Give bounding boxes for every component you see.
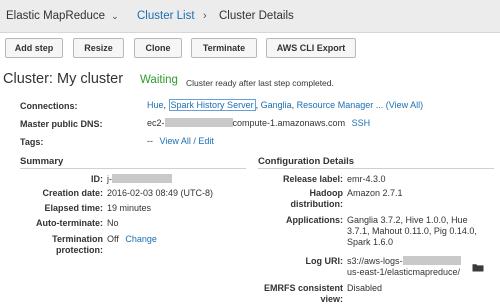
aws-cli-export-button[interactable]: AWS CLI Export bbox=[266, 38, 356, 58]
clone-button[interactable]: Clone bbox=[134, 38, 182, 58]
cluster-status-message: Cluster ready after last step completed. bbox=[186, 78, 334, 88]
termination-protection-state: Off bbox=[107, 234, 119, 244]
hadoop-label-line2: distribution: bbox=[290, 199, 344, 209]
hadoop-distribution-label: Hadoop distribution: bbox=[258, 188, 344, 210]
resource-manager-link[interactable]: Resource Manager bbox=[297, 100, 374, 110]
auto-terminate-label: Auto-terminate: bbox=[36, 218, 103, 228]
chevron-down-icon: ⌄ bbox=[111, 11, 119, 21]
terminate-button[interactable]: Terminate bbox=[191, 38, 257, 58]
emrfs-consistent-view-label: EMRFS consistent view: bbox=[258, 283, 343, 305]
separator: , bbox=[163, 100, 167, 110]
tags-label: Tags: bbox=[20, 137, 44, 147]
folder-icon[interactable] bbox=[472, 263, 484, 272]
configuration-divider bbox=[258, 168, 494, 169]
redacted-block bbox=[112, 174, 172, 183]
termination-label-line2: protection: bbox=[56, 245, 103, 255]
hadoop-label-line1: Hadoop bbox=[309, 188, 344, 198]
hadoop-distribution-value: Amazon 2.7.1 bbox=[347, 188, 403, 198]
applications-value: Ganglia 3.7.2, Hive 1.0.0, Hue 3.7.1, Ma… bbox=[347, 215, 477, 248]
log-uri-prefix: s3://aws-logs- bbox=[347, 256, 403, 266]
view-all-connections-link[interactable]: (View All) bbox=[386, 100, 423, 110]
connections-label: Connections: bbox=[20, 101, 78, 111]
tags-value: -- View All / Edit bbox=[147, 136, 214, 146]
configuration-heading: Configuration Details bbox=[258, 156, 355, 167]
tags-view-edit-link[interactable]: View All / Edit bbox=[160, 136, 214, 146]
cluster-status: Waiting bbox=[140, 74, 178, 86]
termination-protection-value: Off Change bbox=[107, 234, 157, 245]
connections-list: Hue, Spark History Server, Ganglia, Reso… bbox=[147, 99, 423, 111]
master-dns-label: Master public DNS: bbox=[20, 119, 103, 129]
ssh-link[interactable]: SSH bbox=[352, 118, 371, 128]
breadcrumb-bar: Elastic MapReduce ⌄ Cluster List › Cluste… bbox=[0, 0, 500, 33]
breadcrumb-separator: › bbox=[203, 10, 207, 22]
release-label-value: emr-4.3.0 bbox=[347, 174, 386, 184]
hue-link[interactable]: Hue bbox=[147, 100, 164, 110]
change-termination-protection-link[interactable]: Change bbox=[125, 234, 157, 244]
summary-id-label: ID: bbox=[91, 174, 103, 184]
add-step-button[interactable]: Add step bbox=[5, 38, 63, 58]
dns-suffix: compute-1.amazonaws.com bbox=[232, 118, 346, 128]
termination-label-line1: Termination bbox=[52, 234, 103, 244]
summary-id-value: j- bbox=[107, 174, 172, 185]
release-label-label: Release label: bbox=[282, 174, 343, 184]
service-menu[interactable]: Elastic MapReduce ⌄ bbox=[6, 10, 119, 22]
separator: , bbox=[255, 100, 259, 110]
applications-line: 3.7.1, Mahout 0.11.0, Pig 0.14.0, bbox=[347, 226, 477, 236]
more-connections-ellipsis[interactable]: ... bbox=[376, 100, 384, 110]
emrfs-label-line2: view: bbox=[320, 294, 343, 304]
redacted-block bbox=[164, 118, 233, 127]
elapsed-time-label: Elapsed time: bbox=[44, 203, 103, 213]
creation-date-label: Creation date: bbox=[42, 188, 103, 198]
applications-label: Applications: bbox=[285, 215, 343, 225]
log-uri-path: us-east-1/elasticmapreduce/ bbox=[347, 267, 461, 277]
auto-terminate-value: No bbox=[107, 218, 119, 228]
dns-prefix: ec2- bbox=[147, 118, 165, 128]
redacted-block bbox=[402, 256, 461, 265]
service-name: Elastic MapReduce bbox=[6, 10, 106, 22]
tags-empty: -- bbox=[147, 136, 153, 146]
emrfs-label-line1: EMRFS consistent bbox=[263, 283, 343, 293]
elapsed-time-value: 19 minutes bbox=[107, 203, 152, 213]
spark-history-server-link[interactable]: Spark History Server bbox=[168, 99, 256, 111]
ganglia-link[interactable]: Ganglia bbox=[261, 100, 292, 110]
applications-line: Spark 1.6.0 bbox=[347, 237, 394, 247]
summary-heading: Summary bbox=[20, 156, 64, 167]
log-uri-value: s3://aws-logs- us-east-1/elasticmapreduc… bbox=[347, 256, 461, 278]
separator: , bbox=[291, 100, 295, 110]
applications-line: Ganglia 3.7.2, Hive 1.0.0, Hue bbox=[347, 215, 468, 225]
breadcrumb-current: Cluster Details bbox=[219, 10, 294, 22]
creation-date-value: 2016-02-03 08:49 (UTC-8) bbox=[107, 188, 214, 198]
resize-button[interactable]: Resize bbox=[73, 38, 124, 58]
cluster-title: Cluster: My cluster bbox=[3, 71, 124, 87]
log-uri-label: Log URI: bbox=[305, 256, 344, 266]
emrfs-consistent-view-value: Disabled bbox=[347, 283, 383, 293]
termination-protection-label: Termination protection: bbox=[20, 234, 103, 256]
breadcrumb-cluster-list[interactable]: Cluster List bbox=[137, 10, 195, 22]
master-dns-value: ec2- compute-1.amazonaws.com SSH bbox=[147, 118, 370, 128]
summary-divider bbox=[20, 168, 246, 169]
